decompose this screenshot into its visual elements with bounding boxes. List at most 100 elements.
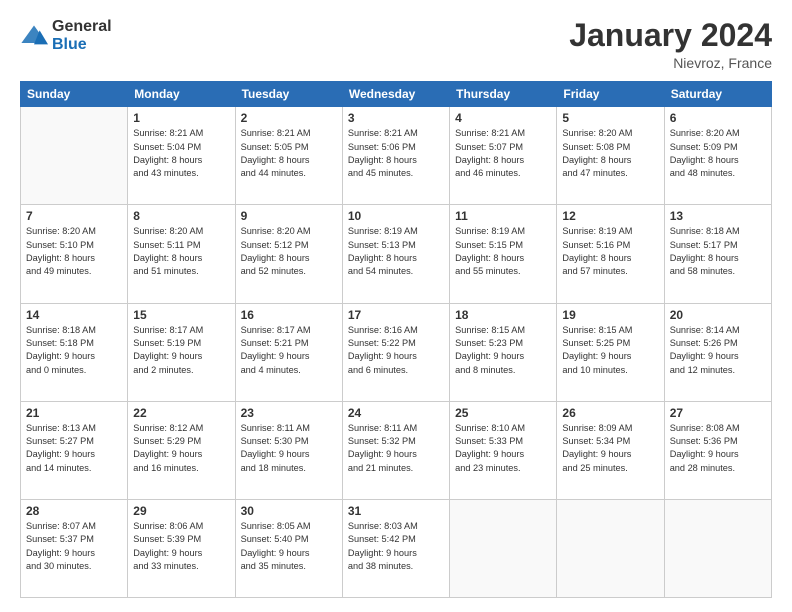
header: General Blue January 2024 Nievroz, Franc…: [20, 18, 772, 71]
logo-blue: Blue: [52, 36, 112, 54]
page: General Blue January 2024 Nievroz, Franc…: [0, 0, 792, 612]
day-number: 27: [670, 406, 766, 420]
day-info: Sunrise: 8:17 AMSunset: 5:21 PMDaylight:…: [241, 324, 337, 377]
day-number: 4: [455, 111, 551, 125]
day-info: Sunrise: 8:11 AMSunset: 5:30 PMDaylight:…: [241, 422, 337, 475]
calendar-cell: 18 Sunrise: 8:15 AMSunset: 5:23 PMDayligh…: [450, 303, 557, 401]
logo-text: General Blue: [52, 18, 112, 53]
calendar-cell: 14 Sunrise: 8:18 AMSunset: 5:18 PMDayligh…: [21, 303, 128, 401]
calendar-cell: 31Sunrise: 8:03 AMSunset: 5:42 PMDayligh…: [342, 499, 449, 597]
day-number: 14: [26, 308, 122, 322]
day-info: Sunrise: 8:10 AMSunset: 5:33 PMDaylight:…: [455, 422, 551, 475]
day-number: 26: [562, 406, 658, 420]
calendar-cell: 10 Sunrise: 8:19 AMSunset: 5:13 PMDayligh…: [342, 205, 449, 303]
day-number: 25: [455, 406, 551, 420]
calendar-cell: [450, 499, 557, 597]
day-info: Sunrise: 8:21 AMSunset: 5:04 PMDaylight:…: [133, 127, 229, 180]
calendar-cell: 5Sunrise: 8:20 AMSunset: 5:08 PMDaylight…: [557, 107, 664, 205]
day-number: 13: [670, 209, 766, 223]
week-row-0: 1 Sunrise: 8:21 AMSunset: 5:04 PMDaylight…: [21, 107, 772, 205]
calendar-cell: 6Sunrise: 8:20 AMSunset: 5:09 PMDaylight…: [664, 107, 771, 205]
calendar-cell: 29 Sunrise: 8:06 AMSunset: 5:39 PMDayligh…: [128, 499, 235, 597]
calendar-cell: 23 Sunrise: 8:11 AMSunset: 5:30 PMDayligh…: [235, 401, 342, 499]
day-info: Sunrise: 8:19 AMSunset: 5:16 PMDaylight:…: [562, 225, 658, 278]
calendar-cell: 15Sunrise: 8:17 AMSunset: 5:19 PMDayligh…: [128, 303, 235, 401]
header-row: SundayMondayTuesdayWednesdayThursdayFrid…: [21, 82, 772, 107]
calendar-cell: 26 Sunrise: 8:09 AMSunset: 5:34 PMDayligh…: [557, 401, 664, 499]
day-info: Sunrise: 8:06 AMSunset: 5:39 PMDaylight:…: [133, 520, 229, 573]
day-info: Sunrise: 8:12 AMSunset: 5:29 PMDaylight:…: [133, 422, 229, 475]
day-info: Sunrise: 8:15 AMSunset: 5:25 PMDaylight:…: [562, 324, 658, 377]
day-number: 18: [455, 308, 551, 322]
calendar-cell: 11 Sunrise: 8:19 AMSunset: 5:15 PMDayligh…: [450, 205, 557, 303]
day-info: Sunrise: 8:20 AMSunset: 5:10 PMDaylight:…: [26, 225, 122, 278]
week-row-1: 7 Sunrise: 8:20 AMSunset: 5:10 PMDaylight…: [21, 205, 772, 303]
day-number: 11: [455, 209, 551, 223]
calendar-cell: 21 Sunrise: 8:13 AMSunset: 5:27 PMDayligh…: [21, 401, 128, 499]
day-number: 16: [241, 308, 337, 322]
day-info: Sunrise: 8:21 AMSunset: 5:07 PMDaylight:…: [455, 127, 551, 180]
day-number: 8: [133, 209, 229, 223]
day-info: Sunrise: 8:11 AMSunset: 5:32 PMDaylight:…: [348, 422, 444, 475]
week-row-4: 28Sunrise: 8:07 AMSunset: 5:37 PMDayligh…: [21, 499, 772, 597]
calendar-cell: 9Sunrise: 8:20 AMSunset: 5:12 PMDaylight…: [235, 205, 342, 303]
day-info: Sunrise: 8:08 AMSunset: 5:36 PMDaylight:…: [670, 422, 766, 475]
header-day-tuesday: Tuesday: [235, 82, 342, 107]
day-number: 7: [26, 209, 122, 223]
day-info: Sunrise: 8:19 AMSunset: 5:13 PMDaylight:…: [348, 225, 444, 278]
week-row-3: 21 Sunrise: 8:13 AMSunset: 5:27 PMDayligh…: [21, 401, 772, 499]
header-day-sunday: Sunday: [21, 82, 128, 107]
day-number: 24: [348, 406, 444, 420]
calendar-cell: 30Sunrise: 8:05 AMSunset: 5:40 PMDayligh…: [235, 499, 342, 597]
day-info: Sunrise: 8:18 AMSunset: 5:18 PMDaylight:…: [26, 324, 122, 377]
day-info: Sunrise: 8:15 AMSunset: 5:23 PMDaylight:…: [455, 324, 551, 377]
day-number: 20: [670, 308, 766, 322]
logo-general: General: [52, 18, 112, 36]
calendar-cell: 13 Sunrise: 8:18 AMSunset: 5:17 PMDayligh…: [664, 205, 771, 303]
logo-icon: [20, 22, 48, 50]
day-number: 23: [241, 406, 337, 420]
calendar-cell: 19 Sunrise: 8:15 AMSunset: 5:25 PMDayligh…: [557, 303, 664, 401]
calendar-cell: 16 Sunrise: 8:17 AMSunset: 5:21 PMDayligh…: [235, 303, 342, 401]
day-number: 9: [241, 209, 337, 223]
day-number: 2: [241, 111, 337, 125]
day-info: Sunrise: 8:20 AMSunset: 5:09 PMDaylight:…: [670, 127, 766, 180]
calendar-cell: 1 Sunrise: 8:21 AMSunset: 5:04 PMDaylight…: [128, 107, 235, 205]
header-day-wednesday: Wednesday: [342, 82, 449, 107]
calendar-cell: 28Sunrise: 8:07 AMSunset: 5:37 PMDayligh…: [21, 499, 128, 597]
calendar-cell: 7 Sunrise: 8:20 AMSunset: 5:10 PMDaylight…: [21, 205, 128, 303]
calendar-cell: 12 Sunrise: 8:19 AMSunset: 5:16 PMDayligh…: [557, 205, 664, 303]
day-number: 1: [133, 111, 229, 125]
calendar-cell: 2 Sunrise: 8:21 AMSunset: 5:05 PMDaylight…: [235, 107, 342, 205]
calendar-cell: 22 Sunrise: 8:12 AMSunset: 5:29 PMDayligh…: [128, 401, 235, 499]
logo: General Blue: [20, 18, 112, 53]
day-number: 22: [133, 406, 229, 420]
day-info: Sunrise: 8:18 AMSunset: 5:17 PMDaylight:…: [670, 225, 766, 278]
day-info: Sunrise: 8:20 AMSunset: 5:08 PMDaylight:…: [562, 127, 658, 180]
day-number: 3: [348, 111, 444, 125]
calendar-cell: [557, 499, 664, 597]
day-info: Sunrise: 8:19 AMSunset: 5:15 PMDaylight:…: [455, 225, 551, 278]
day-number: 17: [348, 308, 444, 322]
day-number: 29: [133, 504, 229, 518]
calendar-cell: [664, 499, 771, 597]
header-day-saturday: Saturday: [664, 82, 771, 107]
header-day-friday: Friday: [557, 82, 664, 107]
header-day-thursday: Thursday: [450, 82, 557, 107]
title-block: January 2024 Nievroz, France: [569, 18, 772, 71]
calendar-table: SundayMondayTuesdayWednesdayThursdayFrid…: [20, 81, 772, 598]
week-row-2: 14 Sunrise: 8:18 AMSunset: 5:18 PMDayligh…: [21, 303, 772, 401]
month-title: January 2024: [569, 18, 772, 53]
day-info: Sunrise: 8:14 AMSunset: 5:26 PMDaylight:…: [670, 324, 766, 377]
header-day-monday: Monday: [128, 82, 235, 107]
day-info: Sunrise: 8:21 AMSunset: 5:05 PMDaylight:…: [241, 127, 337, 180]
day-info: Sunrise: 8:13 AMSunset: 5:27 PMDaylight:…: [26, 422, 122, 475]
calendar-cell: [21, 107, 128, 205]
day-info: Sunrise: 8:09 AMSunset: 5:34 PMDaylight:…: [562, 422, 658, 475]
day-number: 19: [562, 308, 658, 322]
day-number: 12: [562, 209, 658, 223]
day-info: Sunrise: 8:07 AMSunset: 5:37 PMDaylight:…: [26, 520, 122, 573]
day-number: 21: [26, 406, 122, 420]
day-number: 10: [348, 209, 444, 223]
calendar-cell: 24 Sunrise: 8:11 AMSunset: 5:32 PMDayligh…: [342, 401, 449, 499]
